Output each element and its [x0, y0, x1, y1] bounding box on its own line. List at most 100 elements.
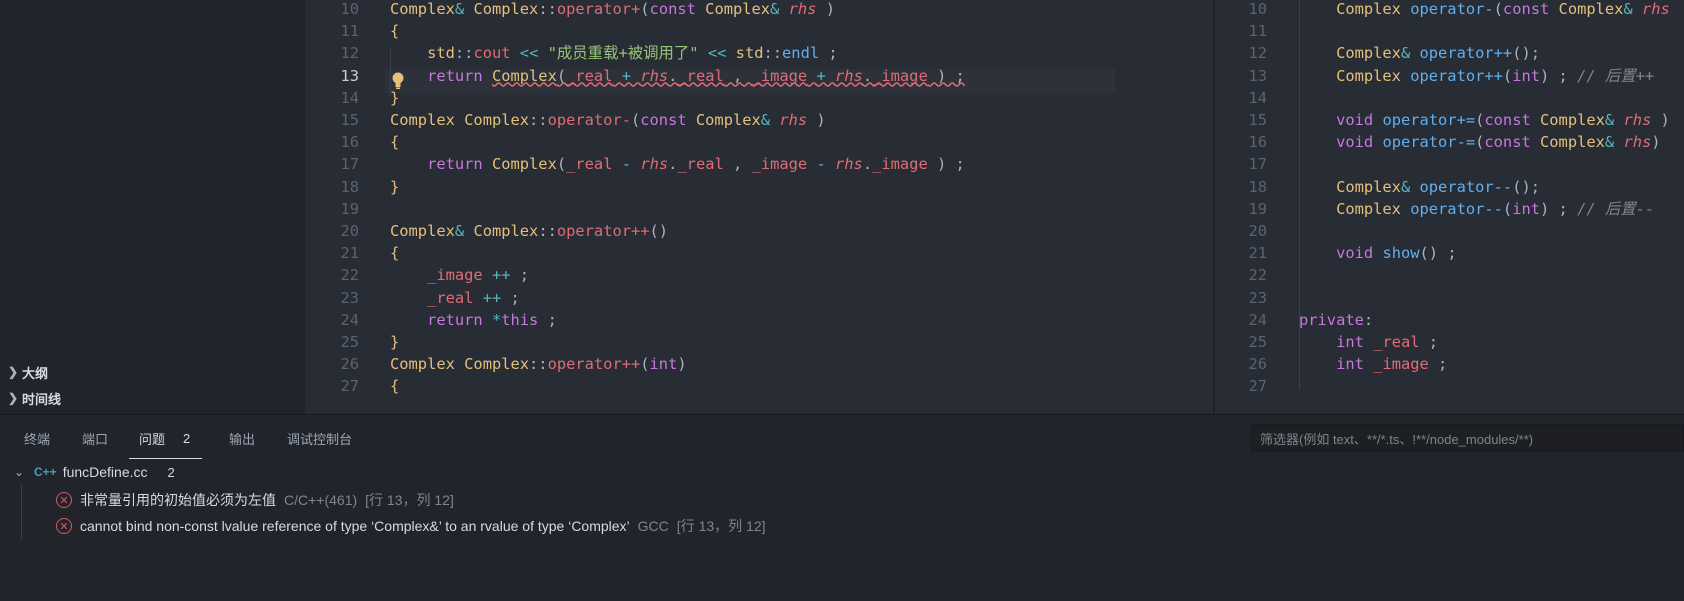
code-token: {: [390, 22, 400, 41]
code-text: Complex Complex::operator++(int): [390, 352, 687, 376]
tab-terminal[interactable]: 终端: [24, 423, 50, 453]
timeline-section[interactable]: ❯ 时间线: [8, 386, 61, 410]
code-token: "成员重载+被调用了": [547, 44, 699, 63]
outline-label: 大纲: [22, 365, 49, 381]
code-line[interactable]: 17: [1215, 152, 1684, 176]
code-text: }: [390, 86, 399, 110]
code-text: }: [390, 330, 399, 354]
code-token: _real: [677, 155, 724, 174]
outline-section[interactable]: ❯ 大纲: [8, 360, 48, 384]
line-number: 13: [340, 66, 359, 85]
code-token: _real: [1373, 333, 1420, 351]
filter-placeholder: 筛选器(例如 text、**/*.ts、!**/node_modules/**): [1260, 431, 1534, 447]
line-number: 20: [340, 222, 359, 240]
code-token: _image: [872, 66, 928, 85]
code-line[interactable]: 17 return Complex(_real - rhs._real , _i…: [305, 152, 1213, 176]
code-line[interactable]: 25}: [305, 330, 1213, 354]
problem-item[interactable]: ✕ cannot bind non-const lvalue reference…: [56, 513, 766, 539]
code-token: Complex: [390, 0, 455, 18]
code-line[interactable]: 14: [1215, 86, 1684, 110]
code-line[interactable]: 13 return Complex(_real + rhs._real , _i…: [305, 64, 1213, 88]
code-text: std::cout << "成员重载+被调用了" << std::endl ;: [390, 41, 838, 65]
code-line[interactable]: 10 Complex& Complex::operator+(const Comp…: [305, 0, 1213, 21]
code-line[interactable]: 24 return *this ;: [305, 308, 1213, 332]
code-token: <<: [707, 44, 727, 63]
problem-file-row[interactable]: ⌄ C++ funcDefine.cc 2: [14, 460, 175, 484]
code-line[interactable]: 16 void operator-=(const Complex& rhs): [1215, 130, 1684, 154]
code-token: _image: [872, 155, 928, 174]
code-text: Complex Complex::operator-(const Complex…: [390, 108, 826, 132]
code-line[interactable]: 22: [1215, 263, 1684, 287]
code-line[interactable]: 23 _real ++ ;: [305, 286, 1213, 310]
code-line[interactable]: 18}: [305, 175, 1213, 199]
chevron-right-icon: ❯: [8, 391, 19, 405]
code-line[interactable]: 12 Complex& operator++();: [1215, 41, 1684, 65]
code-token: void: [1336, 111, 1374, 129]
code-token: Complex: [705, 0, 771, 18]
editor-left[interactable]: 10 Complex& Complex::operator+(const Comp…: [305, 0, 1213, 414]
code-line[interactable]: 20 Complex& Complex::operator++(): [305, 219, 1213, 243]
code-line[interactable]: 13 Complex operator++(int) ; // 后置++: [1215, 64, 1684, 88]
code-token: ();: [1512, 177, 1540, 196]
code-token: ::: [538, 0, 557, 18]
code-line[interactable]: 11 {: [305, 19, 1213, 43]
code-token: operator-: [1410, 0, 1494, 18]
code-text: Complex& Complex::operator+(const Comple…: [390, 0, 835, 21]
code-token: ): [1651, 133, 1661, 152]
code-token: return: [427, 310, 483, 329]
code-token: Complex: [464, 111, 530, 129]
tab-output[interactable]: 输出: [229, 423, 255, 453]
code-token: {: [390, 244, 400, 263]
tab-label: 端口: [82, 431, 109, 447]
code-line[interactable]: 18 Complex& operator--();: [1215, 175, 1684, 199]
line-number: 11: [1248, 22, 1267, 41]
code-line[interactable]: 11: [1215, 19, 1684, 43]
code-line[interactable]: 21 {: [305, 241, 1213, 265]
code-line[interactable]: 24 private:: [1215, 308, 1684, 332]
code-line[interactable]: 27: [1215, 374, 1684, 398]
code-token: int: [649, 355, 678, 374]
code-token: const: [640, 111, 687, 129]
code-line[interactable]: 10 Complex operator-(const Complex& rhs: [1215, 0, 1684, 21]
code-line[interactable]: 21 void show() ;: [1215, 241, 1684, 265]
code-line[interactable]: 15 Complex Complex::operator-(const Compl…: [305, 108, 1213, 132]
chevron-down-icon[interactable]: ⌄: [14, 465, 34, 479]
code-token: int: [1336, 355, 1364, 374]
code-line[interactable]: 12 std::cout << "成员重载+被调用了" << std::endl…: [305, 41, 1213, 65]
problems-filter-input[interactable]: 筛选器(例如 text、**/*.ts、!**/node_modules/**): [1251, 424, 1684, 452]
code-token: :: [1363, 310, 1374, 329]
code-line[interactable]: 16 {: [305, 130, 1213, 154]
code-line[interactable]: 22 _image ++ ;: [305, 263, 1213, 287]
code-token: Complex: [1540, 133, 1605, 152]
code-line[interactable]: 23: [1215, 286, 1684, 310]
tab-ports[interactable]: 端口: [82, 423, 108, 453]
problem-item[interactable]: ✕ 非常量引用的初始值必须为左值 C/C++(461) [行 13，列 12]: [56, 487, 454, 513]
editor-right[interactable]: 10 Complex operator-(const Complex& rhs 1…: [1215, 0, 1684, 414]
code-line[interactable]: 26 Complex Complex::operator++(int): [305, 352, 1213, 376]
code-token: rhs: [640, 66, 669, 85]
code-line[interactable]: 27 {: [305, 374, 1213, 398]
tab-problems[interactable]: 问题 2: [129, 423, 203, 459]
code-line[interactable]: 19 Complex operator--(int) ; // 后置--: [1215, 197, 1684, 221]
tab-debug-console[interactable]: 调试控制台: [287, 423, 352, 453]
code-text: Complex operator++(int) ; // 后置++: [1299, 64, 1654, 88]
code-text: Complex& operator++();: [1299, 41, 1540, 65]
code-token: std: [735, 44, 764, 63]
code-line[interactable]: 15 void operator+=(const Complex& rhs ): [1215, 108, 1684, 132]
code-line[interactable]: 20: [1215, 219, 1684, 243]
code-token: ::: [763, 44, 783, 63]
code-token: ) ;: [927, 155, 965, 174]
code-token: Complex: [491, 155, 557, 174]
code-line[interactable]: 19: [305, 197, 1213, 221]
code-text: void operator+=(const Complex& rhs ): [1299, 108, 1670, 132]
code-line[interactable]: 26 int _image ;: [1215, 352, 1684, 376]
code-line[interactable]: 14}: [305, 86, 1213, 110]
code-token: ::: [529, 111, 548, 129]
code-line[interactable]: 25 int _real ;: [1215, 330, 1684, 354]
